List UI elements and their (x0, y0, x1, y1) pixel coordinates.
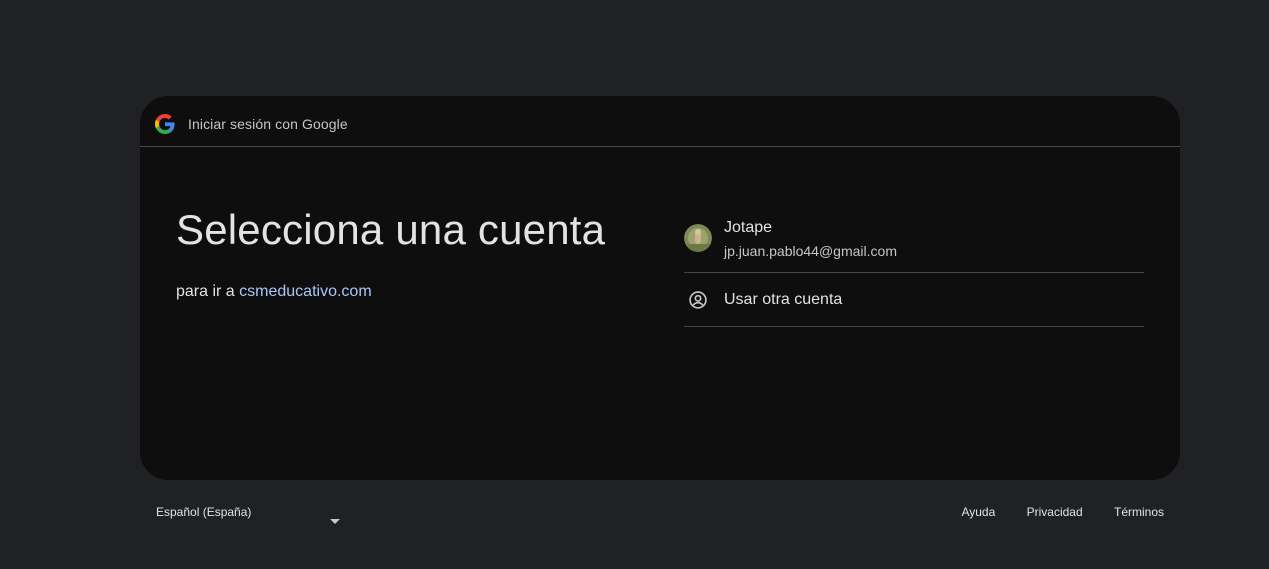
language-select[interactable]: Español (España) (156, 505, 340, 525)
account-circle-icon (689, 291, 707, 309)
account-item[interactable]: Jotape jp.juan.pablo44@gmail.com (684, 208, 1144, 273)
chevron-down-icon (330, 519, 340, 524)
terms-link[interactable]: Términos (1114, 505, 1164, 519)
use-other-account-button[interactable]: Usar otra cuenta (684, 273, 1144, 327)
google-g-icon (155, 114, 175, 134)
footer-links: Ayuda Privacidad Términos (933, 505, 1164, 519)
footer: Español (España) Ayuda Privacidad Términ… (140, 496, 1180, 528)
language-value: Español (España) (156, 505, 252, 519)
page-title: Selecciona una cuenta (176, 206, 606, 253)
privacy-link[interactable]: Privacidad (1027, 505, 1083, 519)
card-header: Iniciar sesión con Google (140, 96, 1180, 147)
account-list: Jotape jp.juan.pablo44@gmail.com Usar ot… (684, 208, 1144, 327)
sign-in-card: Iniciar sesión con Google Selecciona una… (140, 96, 1180, 480)
header-title: Iniciar sesión con Google (188, 116, 348, 132)
destination-subtitle: para ir a csmeducativo.com (176, 283, 372, 301)
help-link[interactable]: Ayuda (961, 505, 995, 519)
user-avatar (684, 224, 712, 252)
account-name: Jotape (724, 219, 773, 236)
use-other-account-label: Usar otra cuenta (724, 291, 843, 308)
account-email: jp.juan.pablo44@gmail.com (724, 243, 897, 259)
subtitle-prefix: para ir a (176, 283, 235, 300)
destination-link[interactable]: csmeducativo.com (239, 283, 372, 300)
